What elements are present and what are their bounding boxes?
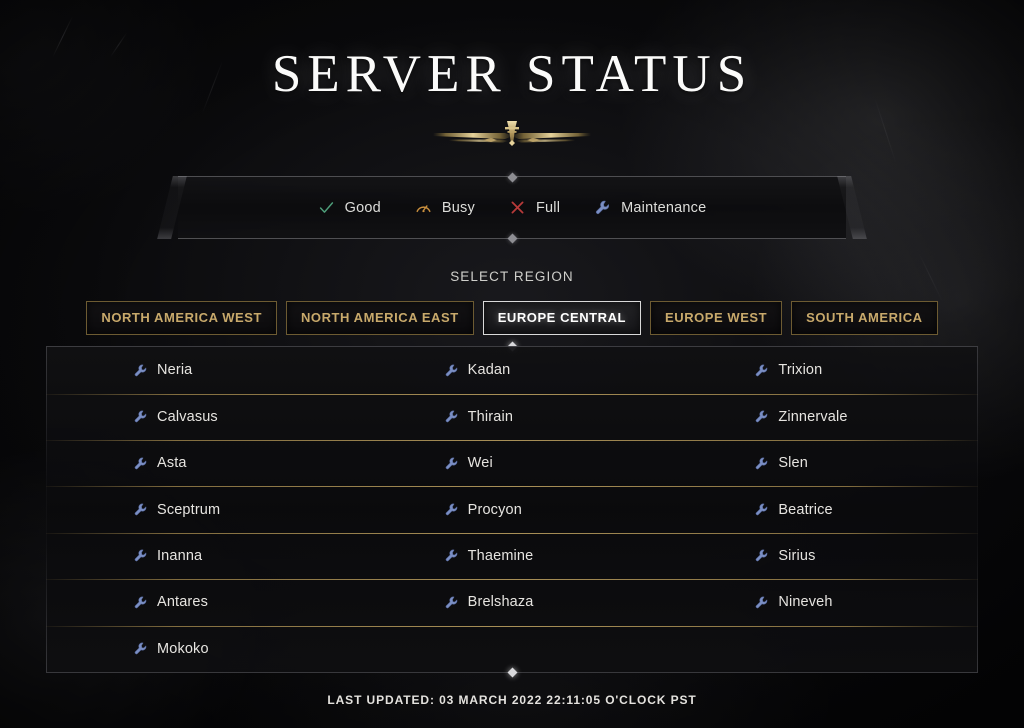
last-updated-text: LAST UPDATED: 03 MARCH 2022 22:11:05 O'C… [327, 692, 697, 707]
server-item[interactable]: Brelshaza [357, 579, 668, 625]
wrench-icon [134, 642, 147, 655]
server-item[interactable]: Sceptrum [46, 486, 357, 532]
server-name: Brelshaza [467, 594, 534, 611]
wrench-icon [134, 503, 147, 516]
server-name: Antares [157, 594, 209, 611]
server-name: Nineveh [778, 594, 833, 611]
status-legend: Good Busy Full Maintenance [178, 172, 846, 244]
select-region-heading: SELECT REGION [450, 269, 574, 285]
server-item[interactable]: Sirius [667, 533, 978, 579]
wrench-icon [445, 550, 457, 562]
region-tab-europe-central[interactable]: EUROPE CENTRAL [482, 301, 642, 336]
wrench-icon [756, 596, 768, 609]
server-name: Neria [157, 362, 193, 379]
region-tab-europe-west[interactable]: EUROPE WEST [650, 301, 783, 336]
wrench-icon [445, 596, 457, 609]
legend-item-full: Full [509, 199, 560, 216]
legend-label-full: Full [535, 199, 561, 216]
server-name: Inanna [157, 547, 203, 564]
server-item[interactable]: Thirain [357, 394, 668, 440]
server-name: Kadan [467, 362, 511, 379]
wrench-icon [596, 201, 610, 215]
panel-diamond-bottom [507, 233, 517, 244]
lost-ark-emblem-icon [0, 118, 1024, 154]
server-row: Mokoko [46, 625, 978, 672]
server-row: Sceptrum Procyon Beatrice [46, 486, 978, 532]
server-item[interactable]: Neria [46, 347, 357, 393]
check-icon [319, 202, 333, 213]
server-item[interactable]: Calvasus [46, 394, 357, 440]
x-icon [511, 201, 524, 214]
legend-label-maintenance: Maintenance [621, 199, 707, 216]
server-list-panel: Neria Kadan Trixion Calvasus Thirain Zinnerva… [46, 341, 978, 678]
server-name: Wei [467, 455, 493, 472]
server-name: Procyon [467, 501, 522, 518]
server-row: Antares Brelshaza Nineveh [46, 579, 978, 625]
wrench-icon [134, 596, 147, 609]
legend-label-busy: Busy [441, 199, 475, 216]
server-item[interactable]: Procyon [357, 486, 668, 532]
wrench-icon [445, 457, 457, 469]
server-row: Neria Kadan Trixion [46, 347, 978, 393]
server-name: Trixion [778, 362, 823, 379]
server-item[interactable]: Kadan [357, 347, 668, 393]
wrench-icon [756, 410, 768, 423]
server-item[interactable]: Nineveh [667, 579, 978, 625]
server-name: Thirain [467, 408, 514, 425]
region-tab-north-america-west[interactable]: NORTH AMERICA WEST [86, 301, 277, 336]
region-tabs: NORTH AMERICA WEST NORTH AMERICA EAST EU… [0, 301, 1024, 336]
wrench-icon [756, 457, 768, 469]
server-name: Mokoko [157, 640, 209, 657]
server-row: Inanna Thaemine Sirius [46, 532, 978, 579]
server-item[interactable]: Wei [357, 440, 668, 486]
server-name: Calvasus [157, 408, 218, 425]
wrench-icon [134, 457, 147, 469]
server-item[interactable]: Thaemine [357, 533, 668, 579]
panel-diamond-top [507, 172, 517, 183]
legend-item-good: Good [318, 199, 381, 216]
legend-item-maintenance: Maintenance [594, 199, 706, 216]
server-row: Asta Wei Slen [46, 439, 978, 486]
server-item[interactable]: Slen [667, 440, 978, 486]
server-item[interactable]: Antares [46, 579, 357, 625]
server-item[interactable]: Beatrice [667, 486, 978, 532]
gauge-icon [416, 205, 431, 213]
server-name: Thaemine [467, 547, 534, 564]
wrench-icon [445, 503, 457, 516]
server-item[interactable]: Zinnervale [667, 394, 978, 440]
page-title: SERVER STATUS [271, 45, 753, 103]
region-tab-north-america-east[interactable]: NORTH AMERICA EAST [285, 301, 474, 336]
server-name: Slen [778, 455, 808, 472]
wrench-icon [756, 364, 768, 377]
wrench-icon [756, 503, 768, 516]
server-name: Zinnervale [778, 408, 848, 425]
server-name: Sirius [778, 547, 816, 564]
server-item[interactable]: Inanna [46, 533, 357, 579]
legend-label-good: Good [344, 199, 381, 216]
server-name: Asta [157, 455, 187, 472]
wrench-icon [445, 364, 457, 377]
server-item[interactable]: Asta [46, 440, 357, 486]
wrench-icon [134, 364, 147, 377]
wrench-icon [134, 410, 147, 423]
wrench-icon [756, 550, 768, 562]
server-row: Calvasus Thirain Zinnervale [46, 393, 978, 440]
server-name: Sceptrum [157, 501, 221, 518]
server-item[interactable]: Mokoko [46, 626, 357, 672]
wrench-icon [134, 550, 147, 562]
legend-item-busy: Busy [415, 199, 475, 216]
server-name: Beatrice [778, 501, 833, 518]
region-tab-south-america[interactable]: SOUTH AMERICA [791, 301, 938, 336]
server-item[interactable]: Trixion [667, 347, 978, 393]
wrench-icon [445, 410, 457, 423]
